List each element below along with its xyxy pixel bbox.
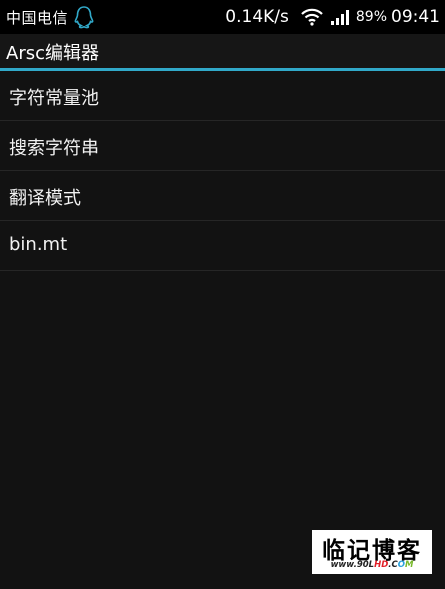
menu-item-string-pool[interactable]: 字符常量池 — [0, 71, 445, 121]
clock: 09:41 — [391, 7, 440, 27]
menu-list: 字符常量池 搜索字符串 翻译模式 bin.mt — [0, 71, 445, 271]
menu-item-bin-mt[interactable]: bin.mt — [0, 221, 445, 271]
menu-item-search-string[interactable]: 搜索字符串 — [0, 121, 445, 171]
battery-level: 89% — [355, 9, 387, 25]
watermark-url: www.90LHD.COM — [312, 560, 432, 570]
status-right: 0.14K/s 89% 09:41 — [225, 6, 440, 28]
watermark-url-part: .C — [388, 560, 398, 570]
network-speed: 0.14K/s — [225, 7, 289, 27]
qq-icon — [74, 6, 94, 29]
signal-icon — [330, 10, 349, 25]
watermark-logo: 临记博客 www.90LHD.COM — [312, 530, 432, 574]
watermark-url-part: www.90L — [330, 560, 375, 570]
status-left: 中国电信 — [6, 6, 95, 29]
watermark-url-part: HD — [374, 560, 389, 570]
watermark-url-part: O — [397, 560, 405, 570]
app-title: Arsc编辑器 — [6, 43, 99, 64]
menu-item-label: 搜索字符串 — [9, 138, 99, 159]
menu-item-translate-mode[interactable]: 翻译模式 — [0, 171, 445, 221]
menu-item-label: 翻译模式 — [9, 188, 81, 209]
action-bar: Arsc编辑器 — [0, 34, 445, 68]
wifi-icon — [301, 8, 323, 26]
status-bar: 中国电信 0.14K/s 89% 09:41 — [0, 0, 445, 34]
menu-item-label: bin.mt — [9, 234, 68, 255]
menu-item-label: 字符常量池 — [9, 88, 99, 109]
carrier-label: 中国电信 — [6, 8, 69, 27]
watermark-url-part: M — [404, 560, 414, 570]
